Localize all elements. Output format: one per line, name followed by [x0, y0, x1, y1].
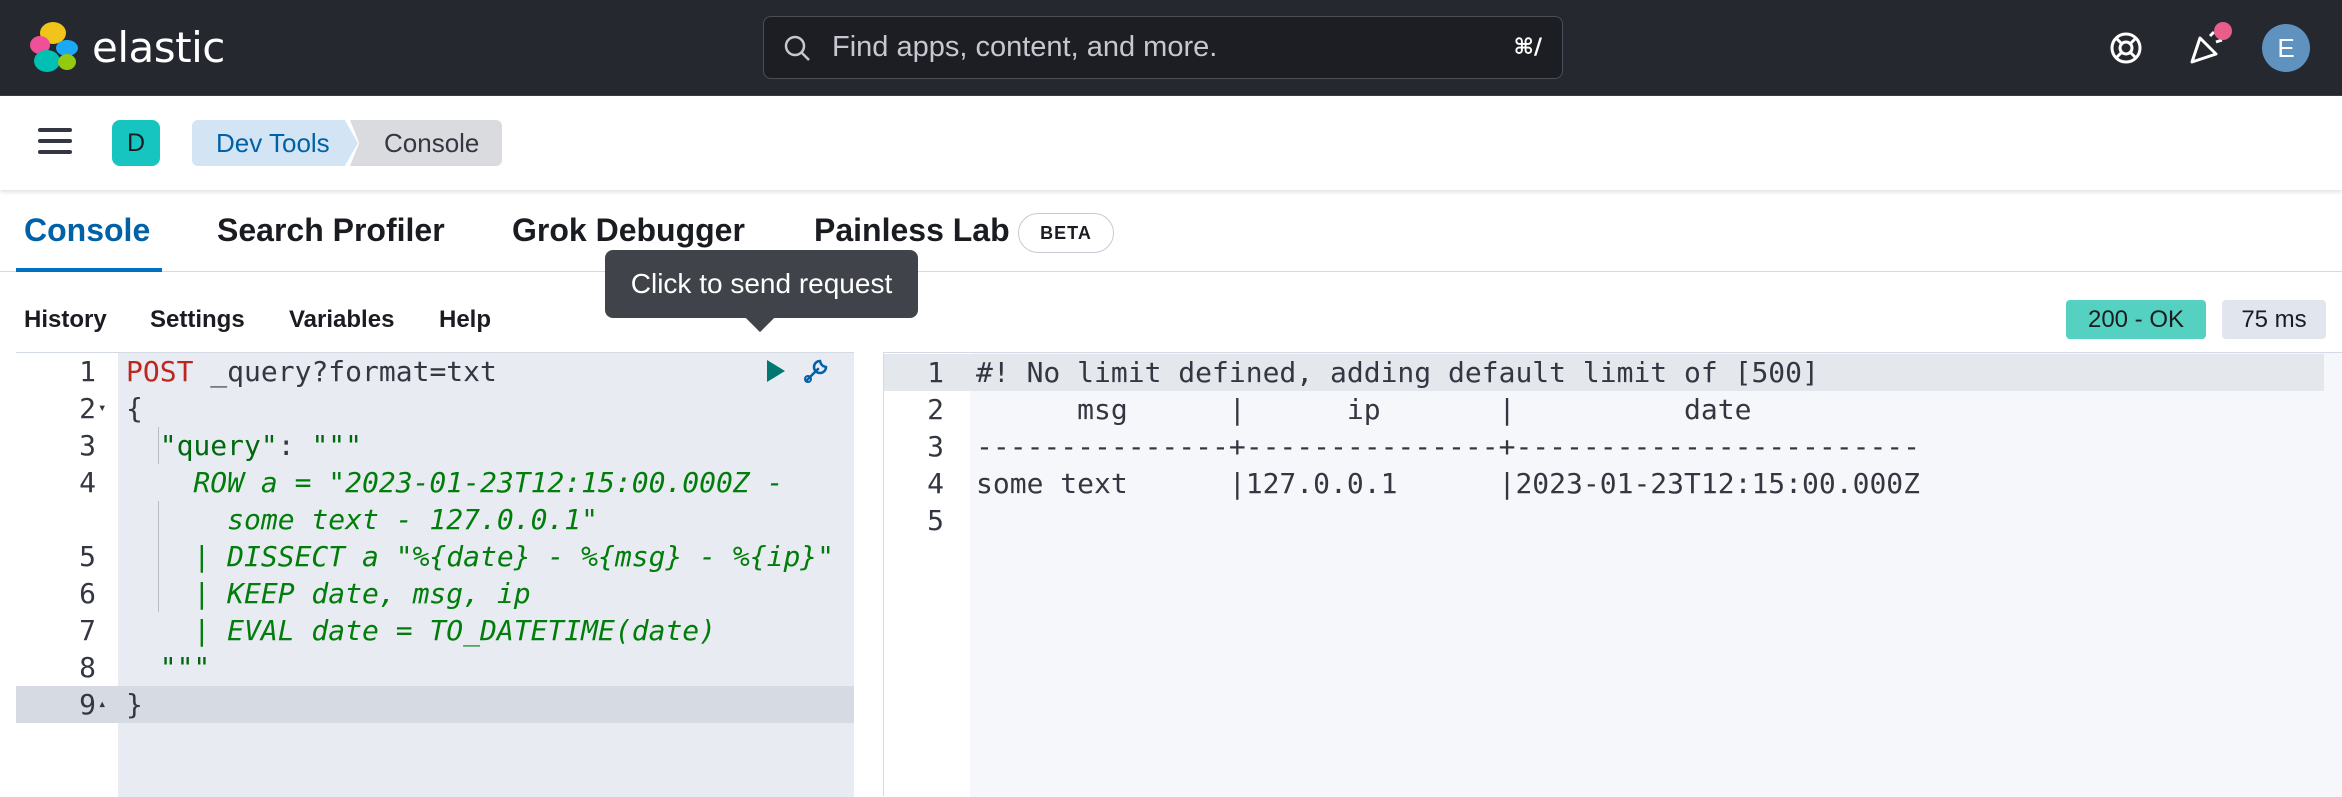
history-button[interactable]: History	[24, 306, 107, 334]
line-number: 4	[79, 466, 96, 499]
response-output[interactable]: 1 #! No limit defined, adding default lim…	[883, 352, 2342, 797]
code-text: some text - 127.0.0.1"	[126, 503, 599, 536]
top-header: elastic Find apps, content, and more. ⌘/…	[0, 0, 2342, 96]
line-number: 9	[79, 688, 96, 721]
line-number: 8	[79, 651, 96, 684]
line-number: 5	[927, 504, 944, 537]
editor-line[interactable]: 8 """	[16, 649, 854, 686]
panel-resizer[interactable]	[870, 352, 882, 796]
line-number: 7	[79, 614, 96, 647]
status-badge: 200 - OK	[2066, 300, 2206, 339]
line-number: 2	[927, 393, 944, 426]
code-text: POST _query?format=txt	[126, 355, 497, 388]
code-text: ROW a = "2023-01-23T12:15:00.000Z -	[126, 466, 784, 499]
line-number: 3	[927, 430, 944, 463]
breadcrumb-bar: D Dev Tools Console	[0, 96, 2342, 190]
output-text: msg | ip | date	[976, 393, 1921, 426]
duration-badge: 75 ms	[2222, 300, 2326, 339]
code-text: }	[126, 688, 143, 721]
line-number: 5	[79, 540, 96, 573]
editor-line[interactable]: 5 | DISSECT a "%{date} - %{msg} - %{ip}"	[16, 538, 854, 575]
editor-line[interactable]: some text - 127.0.0.1"	[16, 501, 854, 538]
editor-line[interactable]: 6 | KEEP date, msg, ip	[16, 575, 854, 612]
send-request-tooltip: Click to send request	[605, 250, 918, 318]
tab-painless-lab[interactable]: Painless Lab	[814, 212, 1010, 249]
send-request-play-icon[interactable]	[764, 357, 788, 385]
line-number: 3	[79, 429, 96, 462]
editor-line[interactable]: 3 "query": """	[16, 427, 854, 464]
breadcrumb-console: Console	[350, 120, 502, 166]
request-editor[interactable]: 1 POST _query?format=txt 2 ▾ {3 "query": """…	[16, 352, 854, 797]
code-text: | DISSECT a "%{date} - %{msg} - %{ip}"	[126, 540, 835, 573]
code-text: "query": """	[126, 429, 363, 462]
editor-line[interactable]: 2 ▾ {	[16, 390, 854, 427]
search-shortcut: ⌘/	[1513, 35, 1542, 60]
line-number: 2	[79, 392, 96, 425]
code-text: {	[126, 392, 143, 425]
request-options-wrench-icon[interactable]	[800, 355, 832, 387]
line-number: 1	[79, 355, 96, 388]
line-number: 1	[927, 356, 944, 389]
notification-dot	[2214, 22, 2232, 40]
global-search-input[interactable]: Find apps, content, and more. ⌘/	[763, 16, 1563, 79]
editor-line[interactable]: 1 POST _query?format=txt	[16, 353, 854, 390]
dev-tools-tabs: Console Search Profiler Grok Debugger Pa…	[0, 190, 2342, 272]
code-text: | KEEP date, msg, ip	[126, 577, 531, 610]
help-icon[interactable]	[2104, 26, 2148, 70]
line-number: 6	[79, 577, 96, 610]
active-tab-indicator	[16, 268, 162, 272]
code-text: | EVAL date = TO_DATETIME(date)	[126, 614, 717, 647]
fold-toggle-icon[interactable]: ▾	[98, 390, 106, 427]
editor-line[interactable]: 4 ROW a = "2023-01-23T12:15:00.000Z -	[16, 464, 854, 501]
output-text: some text |127.0.0.1 |2023-01-23T12:15:0…	[976, 467, 1921, 500]
fold-toggle-icon[interactable]: ▴	[98, 686, 106, 723]
search-placeholder: Find apps, content, and more.	[832, 31, 1218, 63]
tab-search-profiler[interactable]: Search Profiler	[217, 212, 445, 249]
editor-line[interactable]: 9 ▴}	[16, 686, 854, 723]
logo-text: elastic	[92, 22, 225, 72]
elastic-logo-icon	[30, 22, 80, 72]
output-text: #! No limit defined, adding default limi…	[976, 356, 1819, 389]
settings-button[interactable]: Settings	[150, 306, 245, 334]
search-icon	[784, 35, 810, 61]
variables-button[interactable]: Variables	[289, 306, 394, 334]
menu-toggle-icon[interactable]	[38, 128, 72, 154]
space-avatar[interactable]: D	[112, 120, 160, 166]
user-avatar[interactable]: E	[2262, 24, 2310, 72]
line-number: 4	[927, 467, 944, 500]
breadcrumb-dev-tools[interactable]: Dev Tools	[192, 120, 358, 166]
beta-badge: BETA	[1018, 213, 1114, 253]
tab-grok-debugger[interactable]: Grok Debugger	[512, 212, 745, 249]
elastic-logo[interactable]: elastic	[30, 22, 225, 72]
tab-console[interactable]: Console	[24, 212, 150, 249]
editor-line[interactable]: 7 | EVAL date = TO_DATETIME(date)	[16, 612, 854, 649]
code-text: """	[126, 651, 211, 684]
help-button[interactable]: Help	[439, 306, 491, 334]
output-text: ---------------+---------------+--------…	[976, 430, 1921, 463]
